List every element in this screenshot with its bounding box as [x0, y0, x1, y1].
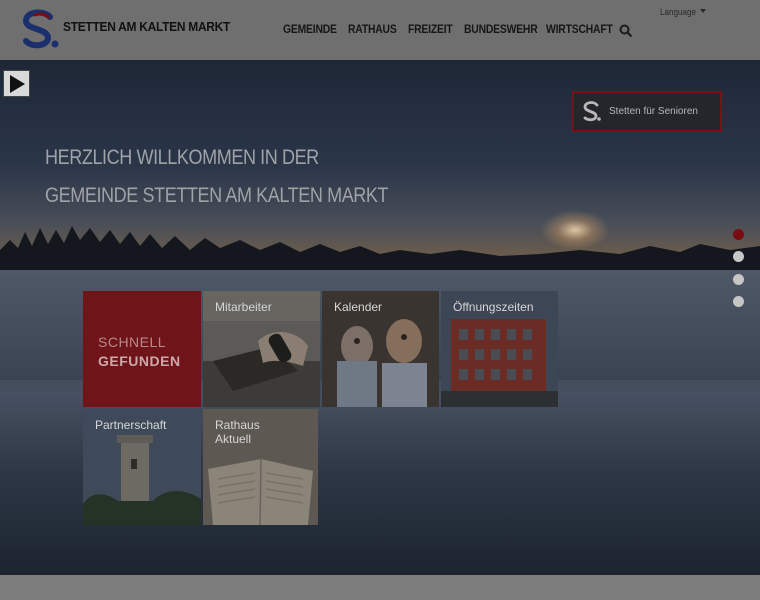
seniors-logo-icon	[583, 101, 601, 122]
slide-dot-2[interactable]	[733, 251, 744, 262]
treeline-silhouette	[0, 226, 760, 270]
nav-item-freizeit[interactable]: FREIZEIT	[408, 24, 453, 36]
tile-label-mitarbeiter: Mitarbeiter	[215, 300, 272, 314]
search-icon[interactable]	[619, 24, 633, 38]
quick-heading-line1: SCHNELL	[98, 334, 167, 350]
slide-dot-1[interactable]	[733, 229, 744, 240]
slide-dot-3[interactable]	[733, 274, 744, 285]
tile-label-rathaus-aktuell: Rathaus Aktuell	[215, 418, 260, 446]
hero-title-line2: GEMEINDE STETTEN AM KALTEN MARKT	[45, 184, 389, 207]
nav-item-bundeswehr[interactable]: BUNDESWEHR	[464, 24, 538, 36]
seniors-button-label: Stetten für Senioren	[609, 106, 698, 117]
quick-links-heading-tile: SCHNELL GEFUNDEN	[83, 291, 201, 407]
tile-rathaus-aktuell[interactable]: Rathaus Aktuell	[203, 409, 318, 525]
nav-item-rathaus[interactable]: RATHAUS	[348, 24, 397, 36]
chevron-down-icon[interactable]	[700, 9, 706, 13]
tile-oeffnungszeiten[interactable]: Öffnungszeiten	[441, 291, 558, 407]
nav-item-gemeinde[interactable]: GEMEINDE	[283, 24, 337, 36]
tile-label-partnerschaft: Partnerschaft	[95, 418, 167, 432]
tile-mitarbeiter[interactable]: Mitarbeiter	[203, 291, 320, 407]
site-header: STETTEN AM KALTEN MARKT GEMEINDE RATHAUS…	[0, 0, 760, 60]
slide-dot-4[interactable]	[733, 296, 744, 307]
tile-label-kalender: Kalender	[334, 300, 383, 314]
play-slideshow-button[interactable]	[3, 70, 30, 97]
nav-item-wirtschaft[interactable]: WIRTSCHAFT	[546, 24, 613, 36]
language-selector[interactable]: Language	[660, 7, 696, 17]
quick-heading-line2: GEFUNDEN	[98, 353, 181, 369]
seniors-button[interactable]: Stetten für Senioren	[572, 91, 722, 132]
tile-kalender[interactable]: Kalender	[322, 291, 439, 407]
tile-label-oeffnungszeiten: Öffnungszeiten	[453, 300, 534, 314]
hero-title-line1: HERZLICH WILLKOMMEN IN DER	[45, 146, 319, 169]
tile-partnerschaft[interactable]: Partnerschaft	[83, 409, 201, 525]
footer-band	[0, 575, 760, 600]
main-nav: GEMEINDE RATHAUS FREIZEIT BUNDESWEHR WIR…	[0, 24, 760, 40]
